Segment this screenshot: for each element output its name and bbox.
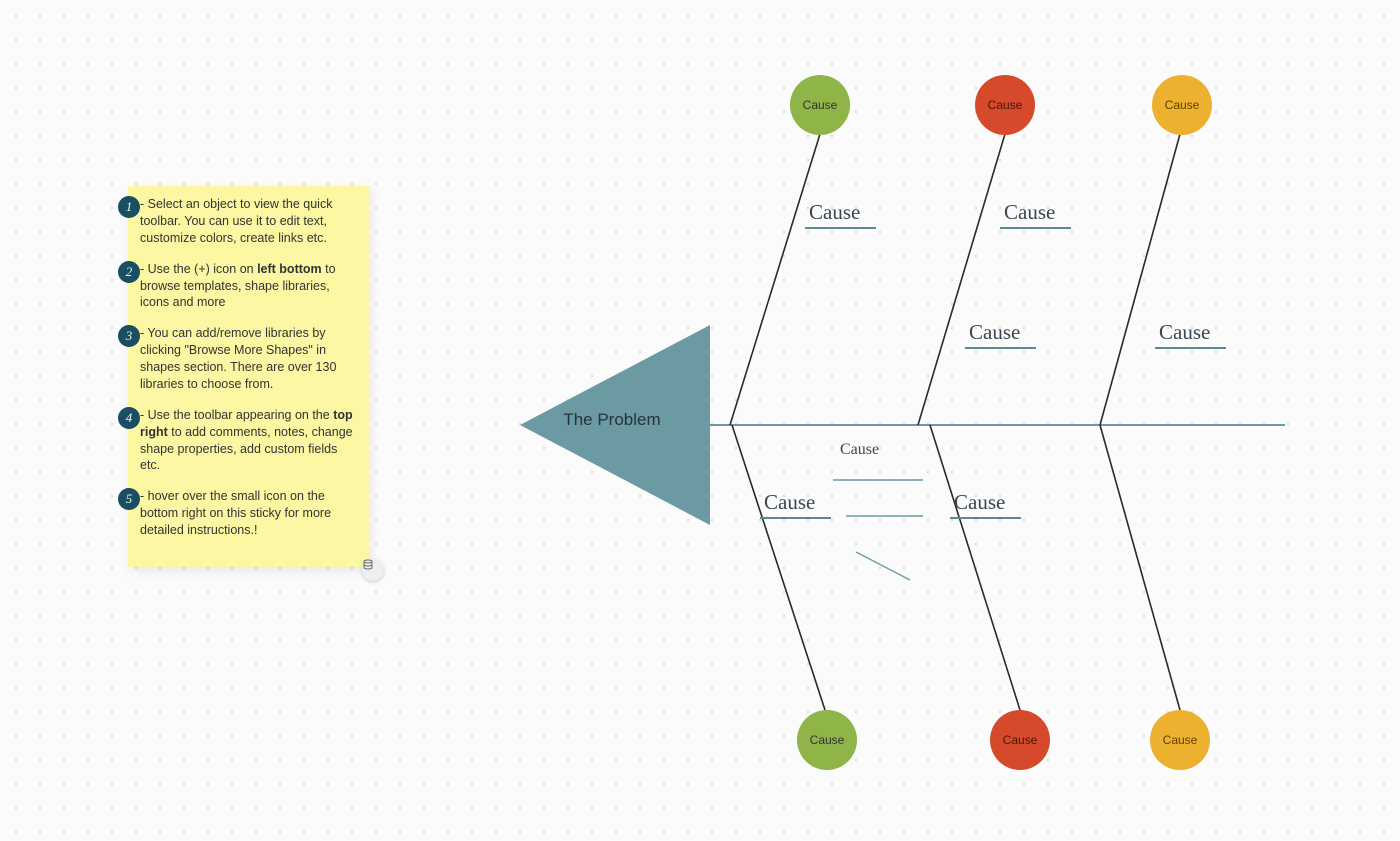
cause-circle-label: Cause	[1165, 98, 1200, 112]
cause-circle-bottom-3[interactable]: Cause	[1150, 710, 1210, 770]
branch-label-top-left[interactable]: Cause	[805, 200, 876, 229]
branch-label-mid-right[interactable]: Cause	[1155, 320, 1226, 349]
cause-circle-label: Cause	[1003, 733, 1038, 747]
bone-top-2[interactable]	[918, 134, 1005, 425]
cause-circle-top-1[interactable]: Cause	[790, 75, 850, 135]
cause-circle-top-3[interactable]: Cause	[1152, 75, 1212, 135]
branch-label-bot-left[interactable]: Cause	[760, 490, 831, 519]
branch-label-mid-mid[interactable]: Cause	[965, 320, 1036, 349]
branch-label-top-mid[interactable]: Cause	[1000, 200, 1071, 229]
cause-circle-top-2[interactable]: Cause	[975, 75, 1035, 135]
bone-top-3[interactable]	[1100, 134, 1180, 425]
fishbone-diagram[interactable]: The Problem Cause Cause Cause Cause Caus…	[0, 0, 1400, 841]
cause-circle-label: Cause	[810, 733, 845, 747]
sub-branch-label[interactable]: Cause	[840, 441, 879, 459]
problem-label[interactable]: The Problem	[532, 410, 692, 430]
cause-circle-bottom-1[interactable]: Cause	[797, 710, 857, 770]
cause-circle-label: Cause	[988, 98, 1023, 112]
bone-bottom-3[interactable]	[1100, 425, 1180, 710]
bone-top-1[interactable]	[730, 134, 820, 425]
branch-label-bot-mid[interactable]: Cause	[950, 490, 1021, 519]
bone-bottom-1[interactable]	[732, 425, 825, 710]
bone-bottom-2[interactable]	[930, 425, 1020, 710]
sub-branch-3[interactable]	[856, 552, 910, 580]
cause-circle-bottom-2[interactable]: Cause	[990, 710, 1050, 770]
cause-circle-label: Cause	[1163, 733, 1198, 747]
cause-circle-label: Cause	[803, 98, 838, 112]
